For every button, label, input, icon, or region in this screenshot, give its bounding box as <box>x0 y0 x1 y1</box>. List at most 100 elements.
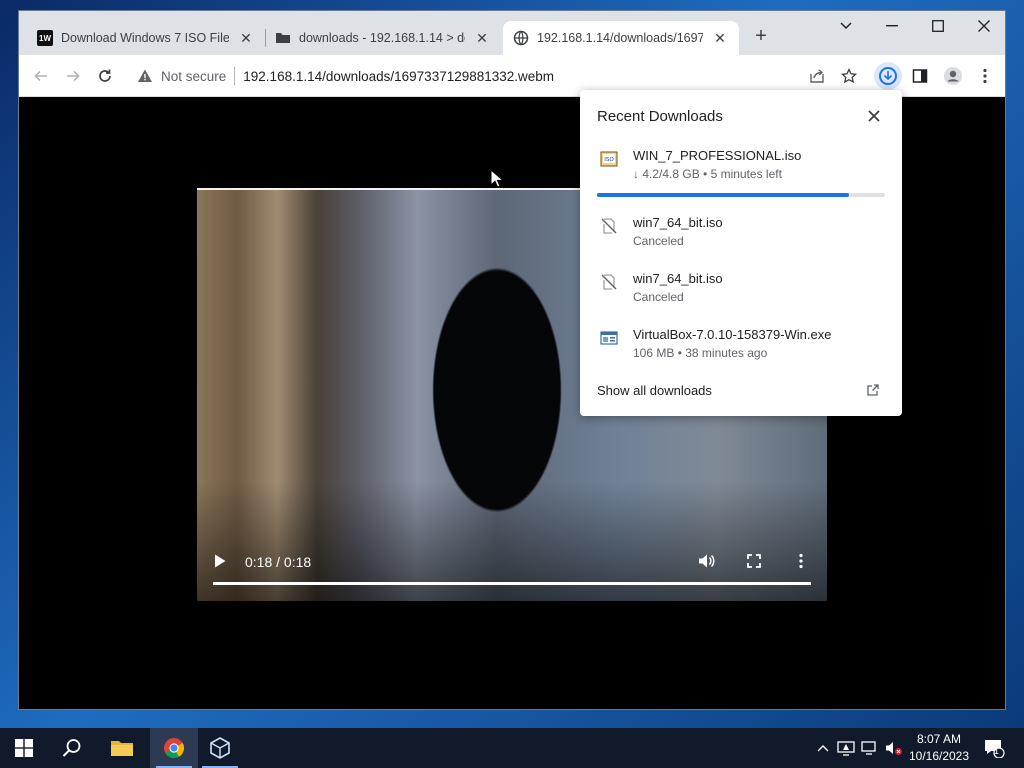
downloads-button[interactable] <box>874 62 902 90</box>
chrome-icon <box>164 738 185 759</box>
clock-date: 10/16/2023 <box>908 749 970 763</box>
forward-button[interactable] <box>59 62 87 90</box>
time-display: 0:18 / 0:18 <box>245 554 312 570</box>
close-icon <box>978 20 990 32</box>
virtualbox-taskbar-button[interactable] <box>196 728 244 768</box>
address-bar[interactable]: Not secure 192.168.1.14/downloads/169733… <box>131 60 861 92</box>
show-all-downloads-link[interactable]: Show all downloads <box>597 383 712 398</box>
tab-title: Download Windows 7 ISO File - <box>61 31 229 45</box>
chrome-taskbar-button[interactable] <box>150 728 198 768</box>
new-tab-button[interactable]: + <box>749 25 773 49</box>
tab-title: downloads - 192.168.1.14 > dow <box>299 31 465 45</box>
more-vertical-icon <box>799 553 803 569</box>
tab-title: 192.168.1.14/downloads/16973 <box>537 31 703 45</box>
play-button[interactable] <box>213 553 227 572</box>
desktop-icons-peek <box>4 110 18 310</box>
download-status: ↓ 4.2/4.8 GB • 5 minutes left <box>633 167 782 181</box>
download-progress-fill <box>597 193 849 197</box>
tab-downloads-folder[interactable]: downloads - 192.168.1.14 > dow ✕ <box>265 21 501 55</box>
svg-text:ISO: ISO <box>604 157 614 163</box>
tab-webm-video[interactable]: 192.168.1.14/downloads/16973 ✕ <box>503 21 739 55</box>
exe-file-icon <box>600 331 618 345</box>
close-window-button[interactable] <box>961 11 1005 41</box>
video-controls: 0:18 / 0:18 <box>197 541 827 601</box>
side-panel-icon <box>912 69 928 83</box>
play-icon <box>215 554 226 568</box>
mouse-cursor-icon <box>490 169 504 188</box>
windows-logo-icon <box>15 739 33 757</box>
omnibox-divider <box>234 67 236 85</box>
avatar-icon <box>944 67 962 85</box>
tab-download-windows7[interactable]: 1W Download Windows 7 ISO File - ✕ <box>27 21 265 55</box>
download-item-win7-64bit-2[interactable]: win7_64_bit.iso Canceled <box>580 269 902 319</box>
file-explorer-button[interactable] <box>98 728 146 768</box>
bookmark-button[interactable] <box>835 62 863 90</box>
download-progress-bar <box>597 193 885 197</box>
search-icon <box>62 739 81 757</box>
downloads-bubble: Recent Downloads ISO WIN_7_PROFESSIONAL.… <box>580 90 902 416</box>
tab-search-button[interactable] <box>823 11 869 41</box>
taskbar-clock[interactable]: 8:07 AM 10/16/2023 <box>902 731 976 765</box>
virtualbox-icon <box>210 737 230 759</box>
folder-icon <box>111 741 133 756</box>
minimize-button[interactable] <box>869 11 915 41</box>
download-item-virtualbox[interactable]: VirtualBox-7.0.10-158379-Win.exe 106 MB … <box>580 325 902 375</box>
volume-tray-button[interactable] <box>884 728 904 768</box>
share-button[interactable] <box>803 62 831 90</box>
tw-logo-icon: 1W <box>37 30 53 46</box>
chevron-up-icon <box>817 745 829 752</box>
close-icon[interactable]: ✕ <box>237 30 255 47</box>
star-icon <box>841 68 857 84</box>
start-button[interactable] <box>0 728 48 768</box>
download-file-name: VirtualBox-7.0.10-158379-Win.exe <box>633 327 832 342</box>
network-icon <box>861 741 876 755</box>
video-progress-bar[interactable] <box>213 582 811 585</box>
download-file-name: WIN_7_PROFESSIONAL.iso <box>633 148 802 163</box>
close-icon[interactable]: ✕ <box>473 30 491 47</box>
minimize-icon <box>886 25 898 27</box>
open-external-icon[interactable] <box>866 383 880 397</box>
back-button[interactable] <box>27 62 55 90</box>
menu-button[interactable] <box>971 62 999 90</box>
close-icon[interactable]: ✕ <box>711 30 729 47</box>
folder-icon <box>276 33 290 43</box>
profile-button[interactable] <box>939 62 967 90</box>
network-tray-button[interactable] <box>860 728 880 768</box>
video-progress-fill <box>213 582 811 585</box>
download-status: Canceled <box>633 234 684 248</box>
reload-button[interactable] <box>91 62 119 90</box>
monitor-warning-icon <box>837 741 855 756</box>
iso-file-icon: ISO <box>600 151 618 167</box>
chevron-down-icon <box>840 22 852 30</box>
more-vertical-icon <box>983 68 987 84</box>
security-tray-icon-button[interactable] <box>836 728 856 768</box>
maximize-icon <box>932 20 944 32</box>
download-status: 106 MB • 38 minutes ago <box>633 346 768 360</box>
clock-time: 8:07 AM <box>916 732 962 746</box>
download-item-win7-64bit-1[interactable]: win7_64_bit.iso Canceled <box>580 213 902 263</box>
download-file-name: win7_64_bit.iso <box>633 215 723 230</box>
download-file-name: win7_64_bit.iso <box>633 271 723 286</box>
mute-button[interactable] <box>697 552 715 573</box>
downloads-title: Recent Downloads <box>597 108 723 125</box>
url-text[interactable]: 192.168.1.14/downloads/1697337129881332.… <box>243 69 554 84</box>
volume-icon <box>699 554 715 568</box>
reload-icon <box>99 69 111 82</box>
show-hidden-icons-button[interactable] <box>814 728 832 768</box>
volume-muted-icon <box>886 742 902 755</box>
maximize-button[interactable] <box>915 11 961 41</box>
close-icon[interactable] <box>866 108 882 124</box>
share-icon <box>810 69 824 83</box>
canceled-file-icon <box>601 274 617 290</box>
download-item-win7-professional[interactable]: ISO WIN_7_PROFESSIONAL.iso ↓ 4.2/4.8 GB … <box>580 146 902 196</box>
arrow-left-icon <box>34 70 47 82</box>
security-label[interactable]: Not secure <box>161 69 226 84</box>
search-button[interactable] <box>48 728 96 768</box>
canceled-file-icon <box>601 218 617 234</box>
warning-icon <box>138 69 152 82</box>
fullscreen-icon <box>747 554 761 568</box>
notifications-button[interactable]: 1 <box>980 728 1008 768</box>
fullscreen-button[interactable] <box>746 553 762 572</box>
side-panel-button[interactable] <box>906 62 934 90</box>
video-options-button[interactable] <box>799 553 803 572</box>
